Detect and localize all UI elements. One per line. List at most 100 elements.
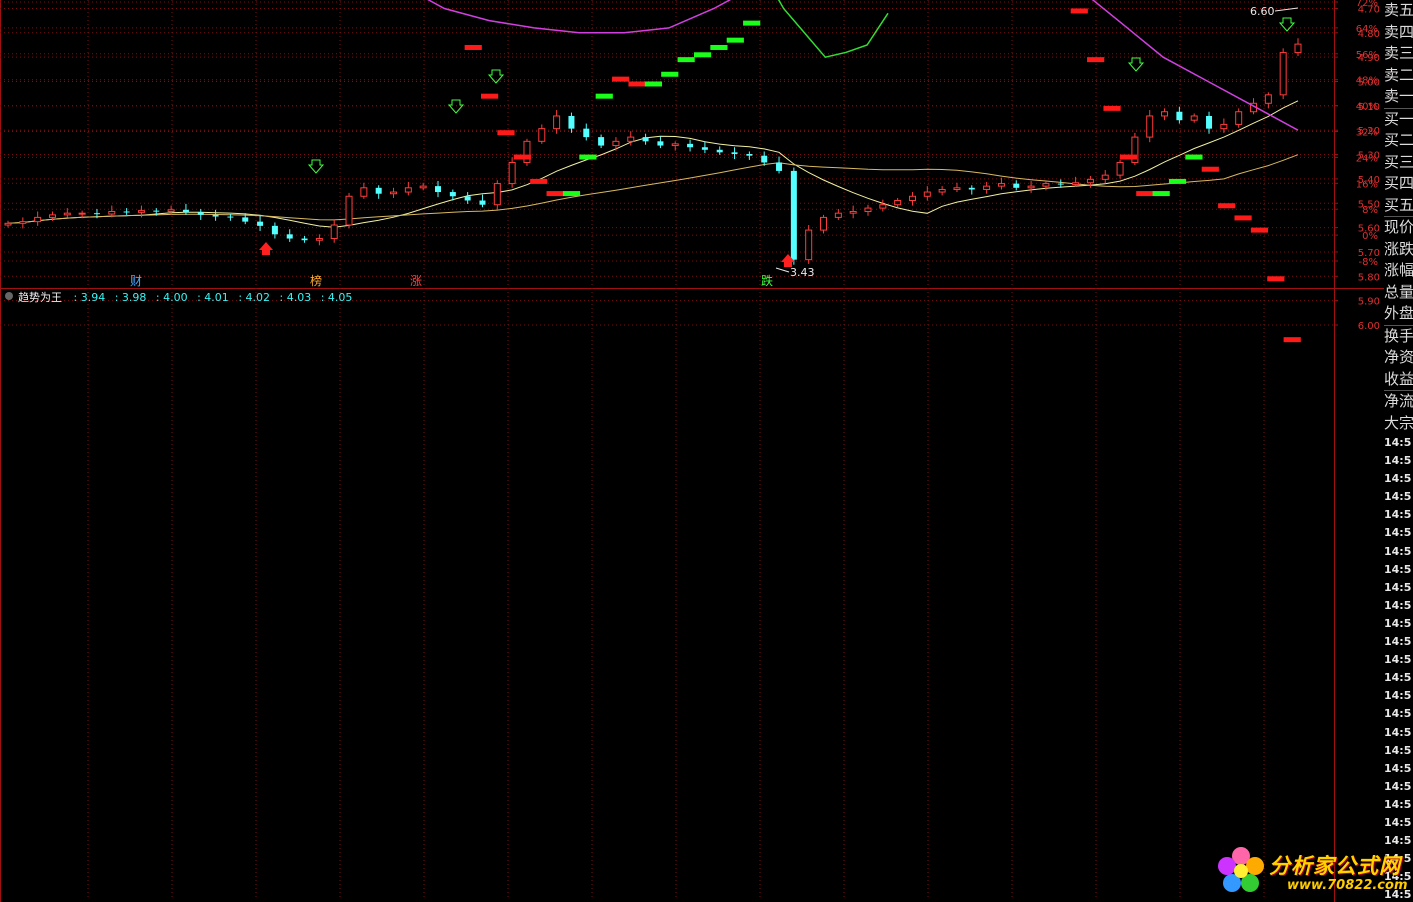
axis-label: 4.80 <box>1358 29 1380 40</box>
trend-step <box>710 44 728 50</box>
sidebar-label: 卖二 <box>1384 65 1413 84</box>
watermark-title: 分析家公式网 <box>1269 854 1401 878</box>
sidebar-label: 收益 <box>1384 369 1413 388</box>
indicator-value: : 3.98 <box>114 291 147 304</box>
candle-body <box>834 212 842 218</box>
trade-time: 14:5 <box>1384 598 1412 612</box>
candle-body <box>1101 174 1109 180</box>
indicator-value: : 4.05 <box>320 291 353 304</box>
axis-label: 5.20 <box>1358 126 1380 137</box>
candle-body <box>464 196 471 201</box>
background <box>0 0 1413 902</box>
quote-sidebar: 卖五 卖四 卖三 卖二 卖一 买一 买二 买三 买四 买五 现价 涨跌 涨幅 总量 外盘 换手 净资 收益 净流 大宗… <box>1384 0 1413 902</box>
trade-time: 14:5 <box>1384 562 1412 576</box>
candle-body <box>404 187 412 193</box>
axis-label: 5.80 <box>1358 272 1380 283</box>
trade-time: 14:5 <box>1384 635 1412 649</box>
candle-body <box>34 216 42 223</box>
trend-step <box>562 191 581 197</box>
trade-time: 14:5 <box>1384 779 1412 793</box>
indicator-value: : 4.00 <box>155 291 188 304</box>
trade-time: 14:5 <box>1384 544 1412 558</box>
flower-logo-icon <box>1218 847 1264 892</box>
candle-body <box>1146 115 1154 138</box>
candle-body <box>227 216 234 218</box>
candle-body <box>1027 185 1035 189</box>
candle-body <box>1013 183 1020 188</box>
axis-label: 5.90 <box>1358 297 1380 308</box>
trend-step <box>1103 105 1121 111</box>
trade-time: 14:5 <box>1384 454 1412 468</box>
signal-marker: 榜 <box>310 273 322 288</box>
trend-step <box>1201 166 1219 172</box>
trend-step <box>726 37 744 43</box>
trend-step <box>579 154 597 160</box>
candle-body <box>435 186 441 193</box>
axis-label: 5.70 <box>1358 248 1380 259</box>
candle-body <box>776 162 783 171</box>
candle-body <box>612 140 620 147</box>
candle-body <box>908 195 916 201</box>
candle-body <box>761 155 768 163</box>
trend-step <box>481 93 499 99</box>
candle-body <box>568 115 575 129</box>
sidebar-label: 涨幅 <box>1384 261 1413 279</box>
trade-time: 14:5 <box>1384 725 1412 739</box>
candle-body <box>894 199 902 206</box>
sidebar-label: 买二 <box>1384 131 1413 149</box>
site-watermark: 分析家公式网 www.70822.com <box>1215 842 1413 902</box>
candle-body <box>879 204 887 209</box>
candle-body <box>375 187 382 194</box>
trend-step <box>513 154 531 160</box>
candle-body <box>315 238 323 241</box>
candle-body <box>864 207 872 212</box>
axis-label: 5.40 <box>1358 175 1380 186</box>
trend-step <box>1267 276 1285 282</box>
candle-body <box>479 200 486 205</box>
low-price-label: 3.43 <box>790 266 815 279</box>
trade-time: 14:5 <box>1384 472 1412 486</box>
trend-step <box>1185 154 1203 160</box>
candle-body <box>997 183 1005 187</box>
trend-step <box>530 178 548 184</box>
trend-step <box>661 71 679 77</box>
candle-body <box>257 221 264 226</box>
candle-body <box>197 212 204 215</box>
candle-body <box>1176 111 1183 121</box>
trade-time: 14:5 <box>1384 671 1412 685</box>
candle-body <box>731 152 738 155</box>
signal-marker: 跌 <box>761 273 773 288</box>
trade-time: 14:5 <box>1384 653 1412 667</box>
sidebar-label: 总量 <box>1384 282 1413 301</box>
trend-step <box>743 20 761 26</box>
sidebar-label: 净流 <box>1384 390 1413 413</box>
high-price-label: 6.60 <box>1250 5 1275 18</box>
sidebar-label: 买五 <box>1384 195 1413 214</box>
candle-body <box>983 185 991 191</box>
candle-body <box>330 224 338 240</box>
trend-step <box>1119 154 1138 160</box>
trend-step <box>628 81 646 87</box>
candle-body <box>1190 115 1198 121</box>
indicator-header: 趋势为王 : 3.94 : 3.98 : 4.00 : 4.01 : 4.02 … <box>18 289 358 305</box>
candle-body <box>4 222 12 226</box>
candle-body <box>212 214 219 217</box>
candle-body <box>938 189 946 193</box>
trade-time: 14:5 <box>1384 526 1412 540</box>
trend-step <box>546 191 564 197</box>
candle-body <box>657 141 664 146</box>
sidebar-label: 卖五 <box>1384 1 1413 19</box>
candle-body <box>1206 115 1213 129</box>
candle-body <box>805 229 813 261</box>
trend-step <box>644 81 662 87</box>
trend-step <box>1087 57 1105 63</box>
candle-body <box>1279 52 1287 96</box>
sidebar-label: 净资 <box>1384 348 1413 366</box>
candle-body <box>701 147 708 150</box>
candle-body <box>271 225 278 235</box>
sidebar-label: 换手 <box>1384 324 1413 348</box>
sidebar-label: 卖三 <box>1384 44 1413 62</box>
trade-time: 14:5 <box>1384 580 1412 594</box>
axis-label: 5.60 <box>1358 224 1380 235</box>
collapse-toggle-icon[interactable] <box>5 292 13 300</box>
